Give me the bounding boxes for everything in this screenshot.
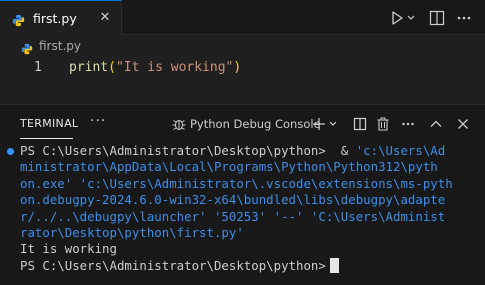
run-icon[interactable]	[388, 9, 406, 27]
terminal-text: on.exe' 'c:\Users\Administrator\.vscode\…	[20, 175, 453, 191]
close-icon[interactable]: ✕	[98, 11, 112, 25]
debug-icon	[171, 116, 187, 132]
terminal-line: rator\Desktop\python\first.py'	[20, 225, 244, 241]
terminal-line: on.debugpy-2024.6.0-win32-x64\bundled\li…	[20, 192, 445, 208]
terminal-cursor	[329, 257, 339, 273]
trash-icon[interactable]	[375, 116, 391, 132]
more-actions-icon[interactable]	[400, 116, 416, 132]
python-file-icon	[21, 40, 33, 55]
editor-tab-bar: first.py ✕	[0, 0, 485, 35]
terminal-line: ministrator\AppData\Local\Programs\Pytho…	[20, 159, 438, 175]
terminal-line: PS C:\Users\Administrator\Desktop\python…	[20, 257, 339, 274]
new-terminal-icon[interactable]	[311, 116, 327, 132]
split-terminal-icon[interactable]	[352, 116, 368, 132]
close-icon[interactable]	[455, 116, 471, 132]
terminal-line: PS C:\Users\Administrator\Desktop\python…	[20, 143, 445, 159]
chevron-up-icon[interactable]	[428, 116, 444, 132]
code-function-token: print	[69, 60, 109, 75]
breadcrumb: first.py	[0, 36, 485, 58]
terminal-text: 'c:\Users\Ad	[355, 143, 446, 158]
code-paren-open: (	[108, 60, 116, 75]
split-editor-icon[interactable]	[428, 9, 446, 27]
active-tab-indicator	[20, 138, 73, 139]
terminal-line: on.exe' 'c:\Users\Administrator\.vscode\…	[20, 176, 453, 192]
chevron-down-icon[interactable]	[328, 116, 338, 132]
terminal-text: on.debugpy-2024.6.0-win32-x64\bundled\li…	[20, 192, 446, 208]
more-actions-icon[interactable]	[455, 9, 473, 27]
panel-header: TERMINAL ··· Python Debug Console	[0, 105, 485, 141]
panel-more-icon[interactable]: ···	[90, 113, 106, 129]
terminal-line: It is working	[20, 241, 117, 257]
line-number: 1	[34, 60, 42, 75]
code-paren-close: )	[233, 60, 242, 75]
terminal-panel: TERMINAL ··· Python Debug Console PS C:\…	[0, 104, 485, 285]
breadcrumb-item-first-py[interactable]: first.py	[39, 39, 81, 53]
tab-terminal[interactable]: TERMINAL	[20, 117, 78, 130]
editor-tab-first-py[interactable]: first.py ✕	[0, 0, 122, 35]
terminal-output[interactable]: PS C:\Users\Administrator\Desktop\python…	[0, 143, 485, 285]
terminal-text: r/../..\debugpy\launcher' '50253' '--' '…	[20, 208, 446, 224]
command-success-indicator	[7, 148, 14, 155]
editor-tab-label: first.py	[33, 11, 77, 26]
chevron-down-icon[interactable]	[406, 9, 416, 27]
terminal-text: rator\Desktop\python\first.py'	[20, 225, 244, 240]
terminal-text: PS C:\Users\Administrator\Desktop\python…	[20, 257, 326, 273]
terminal-text: ministrator\AppData\Local\Programs\Pytho…	[20, 159, 438, 175]
terminal-text: PS C:\Users\Administrator\Desktop\python…	[20, 143, 356, 158]
python-file-icon	[12, 12, 25, 27]
terminal-text: It is working	[20, 241, 117, 257]
code-line[interactable]: 1 print("It is working")	[0, 58, 485, 78]
terminal-line: r/../..\debugpy\launcher' '50253' '--' '…	[20, 209, 445, 225]
code-string-token: "It is working"	[115, 60, 234, 75]
terminal-name[interactable]: Python Debug Console	[190, 117, 321, 131]
code-text[interactable]: print("It is working")	[69, 58, 241, 78]
